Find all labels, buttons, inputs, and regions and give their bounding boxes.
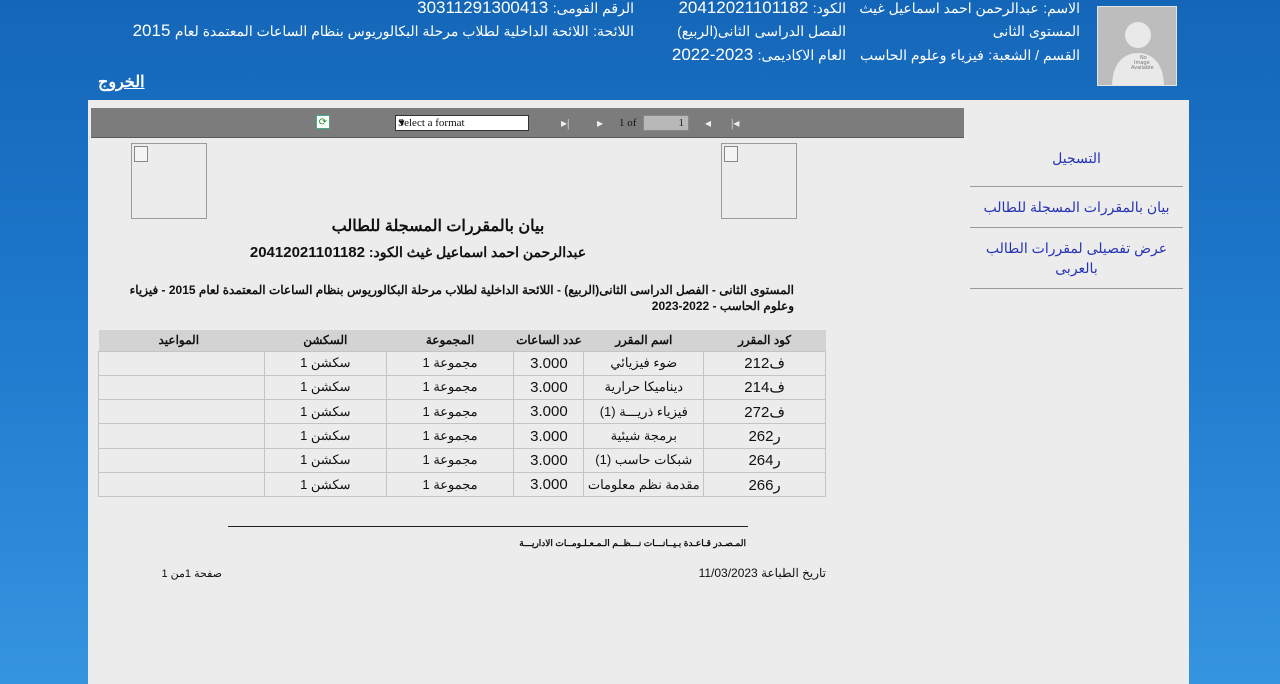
report-logo-right bbox=[721, 143, 797, 219]
sidebar-menu: التسجيل بيان بالمقررات المسجلة للطالب عر… bbox=[970, 140, 1183, 289]
next-page-icon[interactable]: ▸ bbox=[597, 108, 603, 138]
table-row: ر266 مقدمة نظم معلومات 3.000 مجموعة 1 سك… bbox=[98, 471, 826, 498]
print-date-line: تاريخ الطباعة 11/03/2023 bbox=[698, 566, 826, 580]
chevron-down-icon: ▾ bbox=[399, 117, 405, 129]
sidebar-item-registration[interactable]: التسجيل bbox=[970, 140, 1183, 187]
report-page-number: صفحة 1من 1 bbox=[161, 568, 222, 580]
national-id: 30311291300413 bbox=[417, 0, 549, 17]
col-schedule: المواعيد bbox=[98, 330, 265, 351]
col-course-code: كود المقرر bbox=[703, 330, 826, 351]
student-code-line: الكود: 20412021101182 bbox=[678, 0, 846, 17]
page-of-label: 1 of bbox=[619, 117, 637, 129]
export-icon[interactable]: ⟳ bbox=[316, 115, 330, 129]
report-logo-left bbox=[131, 143, 207, 219]
student-department: فيزياء وعلوم الحاسب bbox=[860, 47, 984, 63]
table-row: ف212 ضوء فيزيائي 3.000 مجموعة 1 سكشن 1 bbox=[98, 350, 826, 376]
student-semester: الثانى(الربيع) bbox=[677, 23, 751, 39]
national-id-line: الرقم القومى: 30311291300413 bbox=[417, 0, 634, 17]
report-toolbar: ⟳ Select a format ▾ ▸| ▸ 1 of 1 ◂ |◂ bbox=[91, 108, 964, 138]
report-source: المـصـدر قـاعـدة بـيــانـــات نـــظــم ا… bbox=[519, 538, 746, 548]
report-info: المستوى الثانى - الفصل الدراسى الثانى(ال… bbox=[129, 283, 794, 313]
academic-year: 2023-2022 bbox=[671, 45, 754, 64]
table-row: ف214 ديناميكا حرارية 3.000 مجموعة 1 سكشن… bbox=[98, 374, 826, 401]
student-name-line: الاسم: عبدالرحمن احمد اسماعيل غيث bbox=[859, 0, 1080, 16]
student-name: عبدالرحمن احمد اسماعيل غيث bbox=[859, 0, 1039, 16]
regulation-text: اللائحة الداخلية لطلاب مرحلة البكالوريوس… bbox=[174, 23, 589, 39]
col-group: المجموعة bbox=[386, 330, 514, 351]
export-format-select[interactable]: Select a format ▾ bbox=[395, 115, 529, 131]
table-row: ر262 برمجة شيئية 3.000 مجموعة 1 سكشن 1 bbox=[98, 423, 826, 449]
student-department-line: القسم / الشعبة: فيزياء وعلوم الحاسب bbox=[860, 47, 1080, 63]
table-row: ف272 فيزياء ذريـــة (1) 3.000 مجموعة 1 س… bbox=[98, 399, 826, 425]
logout-link[interactable]: الخروج bbox=[98, 72, 145, 92]
page-number-input[interactable]: 1 bbox=[643, 115, 689, 131]
courses-table: كود المقرر اسم المقرر عدد الساعات المجمو… bbox=[98, 330, 826, 498]
student-photo: No Image Available bbox=[1097, 6, 1177, 86]
col-section: السكشن bbox=[264, 330, 387, 351]
sidebar-item-detailed-courses[interactable]: عرض تفصيلى لمقررات الطالب بالعربى bbox=[970, 228, 1183, 289]
print-date: 11/03/2023 bbox=[698, 566, 758, 580]
sidebar-item-registered-courses[interactable]: بيان بالمقررات المسجلة للطالب bbox=[970, 187, 1183, 228]
svg-text:Available: Available bbox=[1131, 65, 1154, 71]
student-semester-line: الفصل الدراسى الثانى(الربيع) bbox=[677, 23, 846, 39]
prev-page-icon[interactable]: ◂ bbox=[705, 108, 711, 138]
report-body: بيان بالمقررات المسجلة للطالب عبدالرحمن … bbox=[88, 138, 968, 684]
last-page-icon[interactable]: ▸| bbox=[561, 108, 569, 138]
report-title: بيان بالمقررات المسجلة للطالب bbox=[331, 218, 545, 235]
report-student-code: 20412021101182 bbox=[249, 244, 365, 261]
student-code: 20412021101182 bbox=[678, 0, 809, 17]
academic-year-line: العام الاكاديمى: 2023-2022 bbox=[671, 45, 846, 64]
report-student-line: عبدالرحمن احمد اسماعيل غيث الكود: 204120… bbox=[249, 244, 587, 261]
footer-divider bbox=[228, 526, 748, 527]
first-page-icon[interactable]: |◂ bbox=[731, 108, 739, 138]
student-level: المستوى الثانى bbox=[992, 23, 1080, 39]
regulation-line: اللائحة: اللائحة الداخلية لطلاب مرحلة ال… bbox=[132, 21, 634, 40]
content-panel: التسجيل بيان بالمقررات المسجلة للطالب عر… bbox=[88, 100, 1189, 684]
table-row: ر264 شبكات حاسب (1) 3.000 مجموعة 1 سكشن … bbox=[98, 447, 826, 473]
regulation-year: 2015 bbox=[132, 21, 171, 40]
col-hours: عدد الساعات bbox=[513, 330, 584, 351]
col-course-name: اسم المقرر bbox=[583, 330, 704, 351]
table-header-row: كود المقرر اسم المقرر عدد الساعات المجمو… bbox=[98, 330, 826, 351]
